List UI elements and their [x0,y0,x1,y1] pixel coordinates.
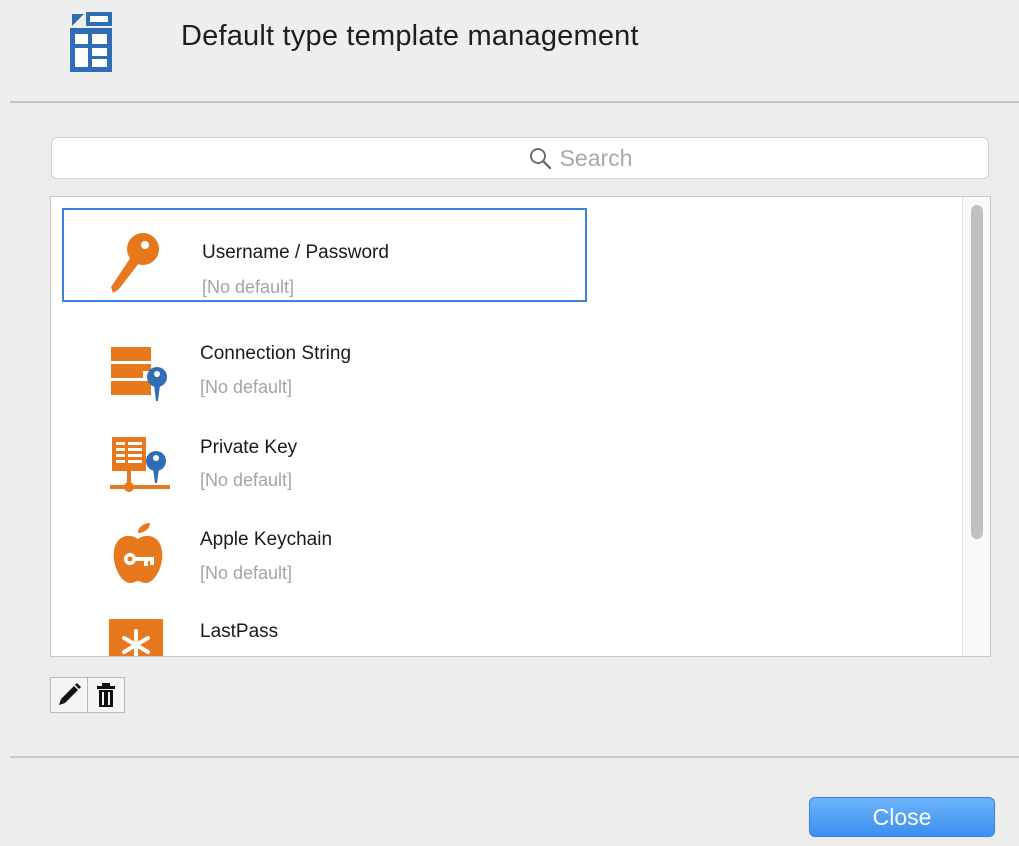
template-list[interactable]: Username / Password [No default] Connect… [50,196,991,657]
item-subtitle: [No default] [202,277,295,297]
scroll-thumb[interactable] [971,205,983,539]
search-icon [529,148,551,170]
network-key-icon [110,437,170,492]
item-title: Connection String [200,343,352,364]
list-toolbar [50,677,125,713]
apple-key-icon [113,523,163,583]
delete-button[interactable] [88,677,125,713]
list-item[interactable]: Username / Password [No default] [62,208,587,302]
template-icon [70,12,112,72]
list-scrollbar[interactable] [962,197,990,656]
item-subtitle: [No default] [200,377,293,397]
item-subtitle: [No default] [200,563,293,583]
database-key-icon [111,347,167,401]
list-item[interactable]: Connection String [No default] [62,335,587,429]
key-icon [111,233,159,293]
list-item[interactable]: Private Key [No default] [62,427,587,521]
trash-icon [97,683,115,707]
header-divider [10,101,1019,103]
item-subtitle: [No default] [200,470,293,490]
item-title: LastPass [200,621,279,642]
item-title: Private Key [200,437,298,458]
search-placeholder: Search [559,144,633,171]
dialog-title: Default type template management [181,20,639,52]
footer-divider [10,756,1019,758]
dialog-header: Default type template management [0,0,1019,102]
pencil-icon [59,683,81,705]
search-field[interactable]: Search [51,137,989,179]
close-button[interactable]: Close [809,797,995,837]
template-management-dialog: Default type template management Search … [0,0,1019,846]
list-item[interactable]: LastPass [62,593,587,656]
lastpass-icon [109,619,163,656]
item-title: Apple Keychain [200,529,333,550]
edit-button[interactable] [50,677,88,713]
item-title: Username / Password [202,242,389,263]
